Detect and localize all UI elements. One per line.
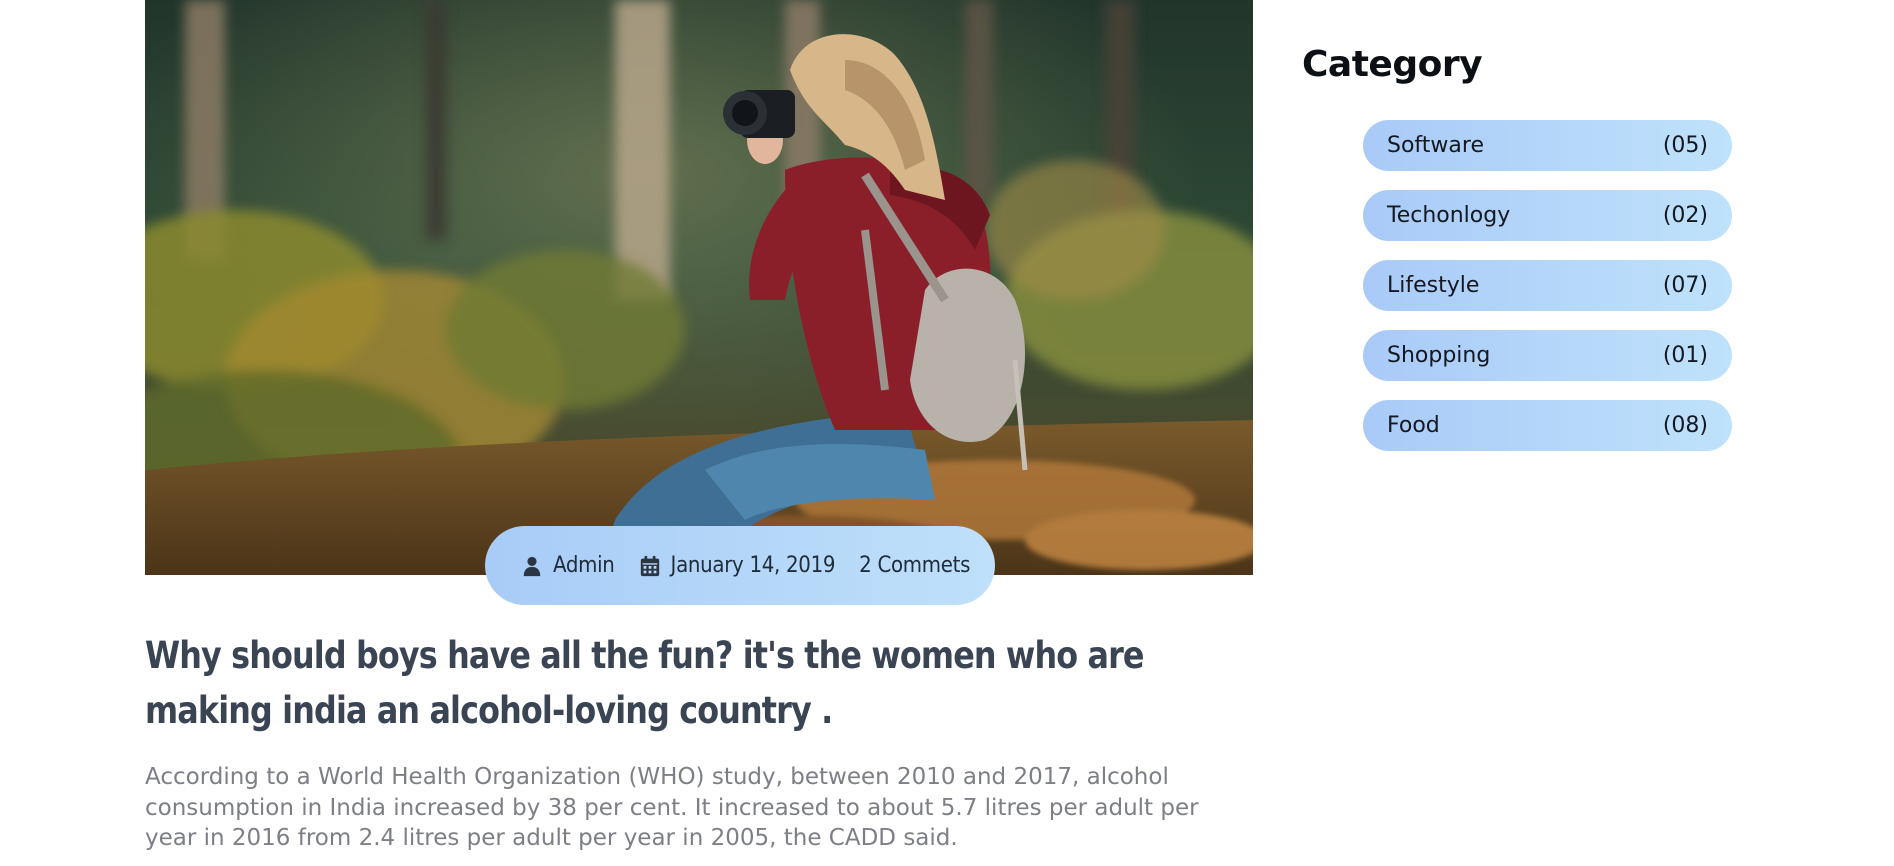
category-label: Shopping	[1387, 343, 1491, 368]
post-author[interactable]: Admin	[521, 553, 615, 578]
post-author-label: Admin	[553, 553, 615, 578]
user-icon	[523, 556, 541, 576]
post-comments[interactable]: 2 Commets	[859, 553, 970, 578]
post-title-text: Why should boys have all the fun? it's t…	[145, 634, 1145, 732]
calendar-icon	[640, 555, 659, 576]
post-date[interactable]: January 14, 2019	[639, 553, 836, 578]
post-comments-label: 2 Commets	[859, 553, 971, 578]
category-label: Food	[1387, 413, 1440, 438]
category-item-technology[interactable]: Techonlogy (02)	[1363, 190, 1732, 241]
blog-page: Admin January 14, 2019 2 Commets Why sho…	[0, 0, 1894, 866]
category-item-software[interactable]: Software (05)	[1363, 120, 1732, 171]
category-item-food[interactable]: Food (08)	[1363, 400, 1732, 451]
category-label: Lifestyle	[1387, 273, 1480, 298]
category-item-lifestyle[interactable]: Lifestyle (07)	[1363, 260, 1732, 311]
category-list: Software (05) Techonlogy (02) Lifestyle …	[1363, 120, 1732, 470]
category-label: Techonlogy	[1387, 203, 1511, 228]
category-item-shopping[interactable]: Shopping (01)	[1363, 330, 1732, 381]
post-meta-bar: Admin January 14, 2019 2 Commets	[485, 526, 995, 605]
category-label: Software	[1387, 133, 1484, 158]
category-count: (07)	[1662, 273, 1708, 298]
post-title[interactable]: Why should boys have all the fun? it's t…	[145, 628, 1145, 738]
sidebar-title: Category	[1302, 44, 1483, 85]
category-count: (02)	[1662, 203, 1708, 228]
category-count: (08)	[1662, 413, 1708, 438]
post-excerpt: According to a World Health Organization…	[145, 764, 1199, 851]
featured-image[interactable]	[145, 0, 1253, 575]
photographer-photo	[145, 0, 1253, 575]
category-count: (05)	[1662, 133, 1708, 158]
category-count: (01)	[1662, 343, 1708, 368]
post-date-label: January 14, 2019	[670, 553, 836, 578]
